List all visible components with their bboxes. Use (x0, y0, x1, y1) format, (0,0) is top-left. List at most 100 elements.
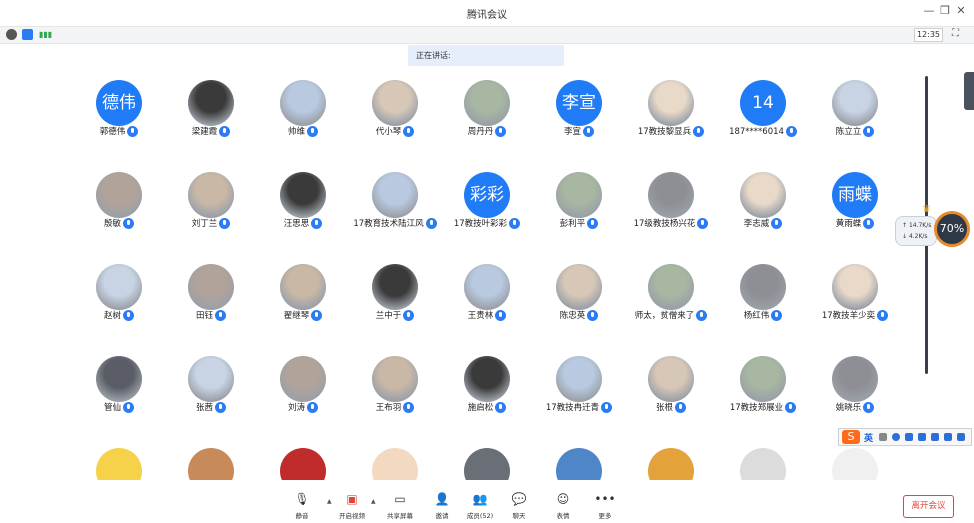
microphone-status-icon (425, 218, 437, 229)
participant-tile[interactable]: 姚晓乐 (809, 356, 901, 416)
microphone-status-icon (403, 402, 415, 413)
ime-toolbar[interactable]: S 英 (838, 428, 972, 446)
microphone-status-icon (311, 310, 323, 321)
participant-tile[interactable]: 王布羽 (349, 356, 441, 416)
participant-name-row: 黄雨蝶 (809, 218, 901, 230)
participant-tile[interactable]: 帅维 (257, 80, 349, 140)
participant-tile[interactable]: 师太，贫僧来了 (625, 264, 717, 324)
avatar-photo (188, 356, 234, 402)
participant-tile[interactable]: 彩彩 17教技叶彩彩 (441, 172, 533, 232)
participant-tile[interactable]: 赵树 (73, 264, 165, 324)
participant-name-row: 梁建霞 (165, 126, 257, 138)
participant-name: 17教技叶彩彩 (453, 219, 508, 229)
participant-tile[interactable]: 雨蝶 黄雨蝶 (809, 172, 901, 232)
participant-name: 彭利平 (559, 219, 586, 229)
participant-name: 姚晓乐 (835, 403, 862, 413)
participant-name: 赵树 (103, 311, 121, 321)
participant-tile[interactable]: 兰中于 (349, 264, 441, 324)
audio-options-caret-icon[interactable]: ▲ (327, 498, 332, 505)
avatar-photo (280, 356, 326, 402)
participant-tile[interactable]: 17级教技杨兴花 (625, 172, 717, 232)
participant-tile[interactable]: 殷敏 (73, 172, 165, 232)
side-panel-handle[interactable] (964, 72, 974, 110)
participant-tile[interactable]: 张根 (625, 356, 717, 416)
participant-tile[interactable]: 17教技郑展业 (717, 356, 809, 416)
avatar-photo (648, 264, 694, 310)
keyboard-icon[interactable] (918, 433, 926, 441)
mute-button[interactable]: 🎙 静音 (282, 492, 322, 522)
participant-tile[interactable]: 17教育技术陆江风 (349, 172, 441, 232)
participant-name: 王贵林 (467, 311, 494, 321)
avatar-photo (464, 80, 510, 126)
participant-tile[interactable]: 代小琴 (349, 80, 441, 140)
participant-tile[interactable]: 张茜 (165, 356, 257, 416)
emoji-icon[interactable] (892, 433, 900, 441)
participant-name: 17教技冉迁青 (545, 403, 600, 413)
share-screen-button[interactable]: ▭ 共享屏幕 (380, 492, 420, 522)
participant-tile[interactable]: 李宣 李宣 (533, 80, 625, 140)
participant-tile[interactable]: 刘丁兰 (165, 172, 257, 232)
participant-tile[interactable]: 周丹丹 (441, 80, 533, 140)
leave-meeting-button[interactable]: 离开会议 (903, 495, 954, 518)
avatar-photo (740, 264, 786, 310)
participant-name: 17级教技杨兴花 (633, 219, 696, 229)
start-video-button[interactable]: ▣ 开启视频 (332, 492, 372, 522)
avatar-photo (740, 172, 786, 218)
microphone-status-icon (583, 126, 594, 137)
participant-name-row: 帅维 (257, 126, 349, 138)
camera-off-icon: ▣ (346, 492, 358, 506)
microphone-status-icon (123, 402, 134, 413)
punctuation-icon[interactable] (879, 433, 887, 441)
add-person-icon: 👤 (434, 492, 450, 506)
participant-name: 17教育技术陆江风 (353, 219, 424, 229)
video-options-caret-icon[interactable]: ▲ (371, 498, 376, 505)
participant-tile[interactable]: 管仙 (73, 356, 165, 416)
participant-tile[interactable]: 汪思思 (257, 172, 349, 232)
participant-tile[interactable]: 17教技冉迁青 (533, 356, 625, 416)
participant-tile[interactable]: 李志威 (717, 172, 809, 232)
participant-tile[interactable]: 田钰 (165, 264, 257, 324)
voice-icon[interactable] (905, 433, 913, 441)
participant-name: 郭德伟 (99, 127, 126, 137)
participant-tile[interactable]: 施启松 (441, 356, 533, 416)
reactions-button[interactable]: ☺ 表情 (543, 492, 583, 522)
toolbox-icon[interactable] (931, 433, 939, 441)
participant-name: 周丹丹 (467, 127, 494, 137)
microphone-status-icon (495, 126, 507, 137)
invite-button[interactable]: 👤 邀请 (422, 492, 462, 522)
participant-tile[interactable]: 陈忠英 (533, 264, 625, 324)
participant-name-row: 17教技郑展业 (717, 402, 809, 414)
participant-name: 兰中于 (375, 311, 402, 321)
microphone-status-icon (403, 126, 415, 137)
participant-tile[interactable]: 翟继琴 (257, 264, 349, 324)
microphone-status-icon (311, 218, 323, 229)
avatar: 李宣 (556, 80, 602, 126)
skin-icon[interactable] (944, 433, 952, 441)
more-button[interactable]: ••• 更多 (585, 492, 625, 522)
avatar-photo (464, 264, 510, 310)
participant-tile[interactable]: 梁建霞 (165, 80, 257, 140)
participant-tile[interactable]: 刘涛 (257, 356, 349, 416)
download-speed: ↓ 4.2K/s (902, 233, 928, 240)
avatar-photo (96, 264, 142, 310)
avatar-photo (96, 172, 142, 218)
participant-tile[interactable]: 17教技羊少奕 (809, 264, 901, 324)
members-button[interactable]: 👥 成员(52) (460, 492, 500, 522)
avatar-photo (372, 356, 418, 402)
ime-mode-toggle[interactable]: 英 (864, 431, 873, 444)
participant-name-row: 17教育技术陆江风 (349, 218, 441, 230)
participant-tile[interactable]: 陈立立 (809, 80, 901, 140)
participant-tile[interactable]: 14 187****6014 (717, 80, 809, 140)
cpu-usage-ball[interactable]: 70% (934, 211, 970, 247)
participant-tile[interactable]: 杨红伟 (717, 264, 809, 324)
ime-logo-icon[interactable]: S (842, 430, 860, 444)
microphone-status-icon (675, 402, 686, 413)
participant-tile[interactable]: 彭利平 (533, 172, 625, 232)
participant-tile[interactable]: 德伟 郭德伟 (73, 80, 165, 140)
chat-button[interactable]: 💬 聊天 (499, 492, 539, 522)
avatar-photo (96, 448, 142, 480)
participant-tile[interactable]: 17教技黎显兵 (625, 80, 717, 140)
participant-name-row: 李志威 (717, 218, 809, 230)
participant-tile[interactable]: 王贵林 (441, 264, 533, 324)
menu-grid-icon[interactable] (957, 433, 965, 441)
